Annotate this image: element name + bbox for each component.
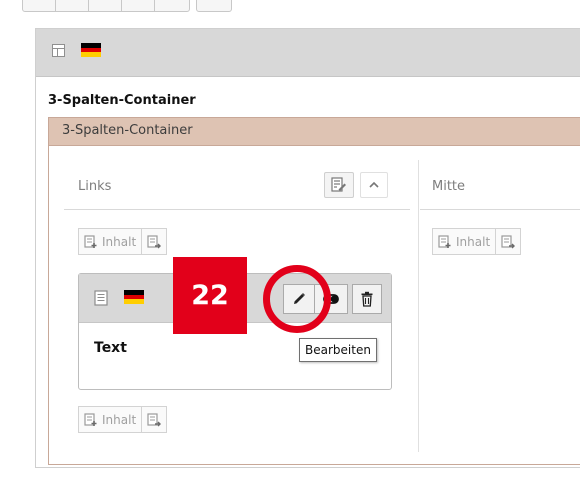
container-title: 3-Spalten-Container bbox=[62, 123, 193, 138]
page-layout-icon bbox=[52, 44, 65, 57]
new-content-button[interactable]: Inhalt bbox=[432, 228, 522, 255]
chevron-up-icon bbox=[369, 181, 379, 188]
new-content-icon bbox=[84, 412, 97, 426]
collapse-column-button[interactable] bbox=[360, 172, 388, 198]
edit-column-icon bbox=[331, 177, 346, 192]
flag-de-icon bbox=[81, 43, 101, 58]
new-content-icon bbox=[438, 234, 451, 248]
element-title: Text bbox=[94, 340, 127, 356]
toolbar-button[interactable] bbox=[122, 0, 155, 11]
new-content-button[interactable]: Inhalt bbox=[78, 228, 168, 255]
text-content-icon bbox=[93, 290, 109, 310]
new-content-button[interactable]: Inhalt bbox=[78, 406, 168, 433]
new-content-icon bbox=[84, 234, 97, 248]
new-content-label: Inhalt bbox=[102, 234, 137, 249]
column-divider bbox=[64, 209, 410, 210]
paste-content-icon bbox=[501, 234, 516, 248]
toolbar-button[interactable] bbox=[196, 0, 232, 12]
step-number-badge: 22 bbox=[173, 257, 247, 334]
toolbar-button-group[interactable] bbox=[22, 0, 190, 12]
trash-icon bbox=[361, 291, 373, 307]
toolbar-button[interactable] bbox=[23, 0, 56, 11]
paste-content-icon bbox=[147, 234, 162, 248]
edit-column-button[interactable] bbox=[324, 172, 354, 198]
highlight-circle bbox=[263, 265, 331, 333]
new-content-label: Inhalt bbox=[102, 412, 137, 427]
new-content-segment[interactable]: Inhalt bbox=[79, 407, 141, 432]
toolbar-button[interactable] bbox=[56, 0, 89, 11]
paste-content-segment[interactable] bbox=[141, 407, 166, 432]
toolbar-button[interactable] bbox=[155, 0, 188, 11]
paste-content-segment[interactable] bbox=[141, 229, 166, 254]
paste-content-segment[interactable] bbox=[495, 229, 520, 254]
delete-element-button[interactable] bbox=[352, 284, 382, 314]
new-content-segment[interactable]: Inhalt bbox=[79, 229, 141, 254]
edit-tooltip: Bearbeiten bbox=[299, 338, 377, 362]
column-title-mitte: Mitte bbox=[432, 179, 466, 194]
column-divider bbox=[420, 209, 580, 210]
new-content-label: Inhalt bbox=[456, 234, 491, 249]
column-title-links: Links bbox=[78, 179, 112, 194]
page-header-bar bbox=[36, 29, 580, 77]
new-content-segment[interactable]: Inhalt bbox=[433, 229, 495, 254]
section-title: 3-Spalten-Container bbox=[48, 93, 196, 108]
flag-de-icon bbox=[124, 290, 144, 305]
toolbar-button[interactable] bbox=[89, 0, 122, 11]
column-separator bbox=[418, 160, 419, 452]
paste-content-icon bbox=[147, 412, 162, 426]
